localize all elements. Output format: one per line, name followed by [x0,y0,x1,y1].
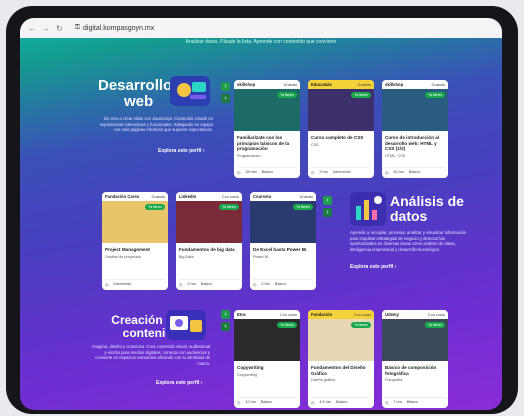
section-title-data: Análisis de datos [390,193,464,224]
section-title-web: Desarrollo web [98,77,173,110]
section-desc-web: De cero a crear sitios con JavaScript. C… [99,116,213,133]
explore-profile-link-content[interactable]: Explora este perfil › [156,380,202,386]
course-thumbnail: Ya tienes [234,89,300,131]
address-bar[interactable]: ⚿ digital.kompasgoyn.mx [75,24,155,32]
clock-icon: ◷ [385,171,389,175]
course-card[interactable]: Coursera Gratuito Ya tienes De Excel hast… [250,192,316,290]
course-card[interactable]: skillshop Gratuito Ya tienes Familiarízat… [234,80,300,178]
course-thumbnail: Ya tienes [250,201,316,243]
explore-profile-link-web[interactable]: Explora este perfil › [158,148,204,154]
carousel-prev-button[interactable]: ‹ [323,196,332,205]
course-thumbnail: Ya tienes [308,319,374,361]
clock-icon: ◷ [179,283,183,287]
course-thumbnail: Ya tienes [382,319,448,361]
back-icon[interactable]: ← [28,24,36,33]
course-card[interactable]: Etoc Con costo Ya tienes Copywriting Copy… [234,310,300,408]
clock-icon: ◷ [311,401,315,405]
carousel-prev-button[interactable]: ‹ [221,94,230,103]
section-desc-data: Aprende a recopilar, procesar, analizar … [350,230,467,253]
tablet-frame: ← → ↻ ⚿ digital.kompasgoyn.mx Analizar d… [6,6,518,414]
browser-toolbar: ← → ↻ ⚿ digital.kompasgoyn.mx [20,18,502,38]
web-illustration-icon [170,76,210,106]
course-thumbnail: Ya tienes [382,89,448,131]
screen: ← → ↻ ⚿ digital.kompasgoyn.mx Analizar d… [20,18,502,410]
course-card[interactable]: skillshop Gratuito Ya tienes Curso de int… [382,80,448,178]
course-card[interactable]: Fundación Carso Gratuito Ya tienes Projec… [102,192,168,290]
carousel-prev-button[interactable]: ‹ [221,322,230,331]
carousel-next-button[interactable]: › [221,82,230,91]
data-illustration-icon [350,192,386,226]
course-thumbnail: Ya tienes [176,201,242,243]
clock-icon: ◷ [237,401,241,405]
explore-profile-link-data[interactable]: Explora este perfil › [350,264,396,270]
course-card[interactable]: Fundación Con costo Ya tienes Fundamentos… [308,310,374,408]
section-desc-content: Imagina, diseña y comunica. Crea conteni… [92,344,210,367]
clock-icon: ◷ [237,171,241,175]
course-thumbnail: Ya tienes [308,89,374,131]
reload-icon[interactable]: ↻ [56,24,63,33]
clock-icon: ◷ [105,283,109,287]
clock-icon: ◷ [311,171,315,175]
course-thumbnail: Ya tienes [102,201,168,243]
lock-icon: ⚿ [74,24,81,31]
content-illustration-icon [166,310,206,340]
intro-text: Analizar datos. Pásale la lista. Aprende… [185,39,337,45]
carousel-next-button[interactable]: › [323,208,332,217]
clock-icon: ◷ [385,401,389,405]
forward-icon[interactable]: → [42,24,50,33]
clock-icon: ◷ [253,283,257,287]
course-card[interactable]: Educamás Gratuito Ya tienes Curso complet… [308,80,374,178]
carousel-next-button[interactable]: › [221,310,230,319]
course-card[interactable]: Udemy Con costo Ya tienes Básico de compo… [382,310,448,408]
url-text: digital.kompasgoyn.mx [83,24,155,32]
course-thumbnail: Ya tienes [234,319,300,361]
course-card[interactable]: LinkedIn Con costo Ya tienes Fundamentos … [176,192,242,290]
